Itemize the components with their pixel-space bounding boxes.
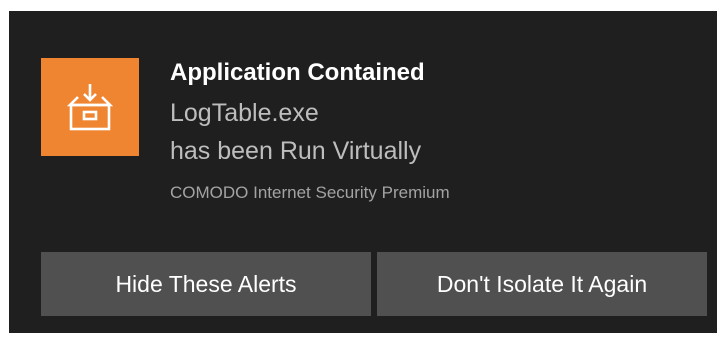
container-download-icon	[41, 58, 139, 156]
toast-notification: Application Contained LogTable.exe has b…	[9, 11, 717, 333]
notification-message: has been Run Virtually	[170, 137, 422, 165]
file-name: LogTable.exe	[170, 99, 319, 127]
notification-title: Application Contained	[170, 59, 425, 86]
hide-alerts-button[interactable]: Hide These Alerts	[41, 252, 371, 316]
notification-source: COMODO Internet Security Premium	[170, 183, 450, 202]
dont-isolate-button[interactable]: Don't Isolate It Again	[377, 252, 707, 316]
